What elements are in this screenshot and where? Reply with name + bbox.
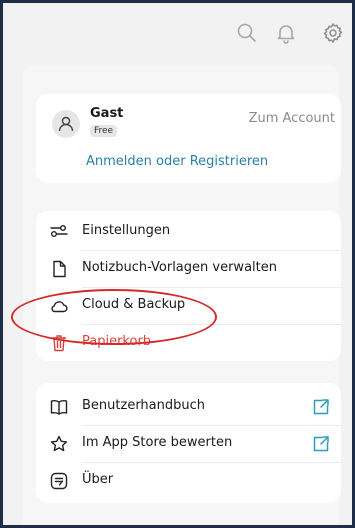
user-icon — [58, 116, 74, 132]
info-note-icon — [49, 471, 69, 491]
avatar — [52, 110, 80, 138]
menu-item-label: Über — [82, 472, 114, 487]
help-menu-card: Benutzerhandbuch Im App Store bewerten Ü… — [36, 383, 341, 503]
menu-item-user-manual[interactable]: Benutzerhandbuch — [36, 388, 341, 425]
top-toolbar — [3, 3, 352, 65]
menu-panel: Gast Free Zum Account Anmelden oder Regi… — [23, 65, 341, 525]
menu-item-label: Cloud & Backup — [82, 297, 186, 312]
menu-item-label: Notizbuch-Vorlagen verwalten — [82, 260, 277, 275]
book-icon — [49, 397, 69, 417]
login-register-link[interactable]: Anmelden oder Registrieren — [86, 154, 268, 169]
document-icon — [49, 259, 69, 279]
menu-item-label: Benutzerhandbuch — [82, 398, 206, 413]
menu-item-about[interactable]: Über — [36, 462, 341, 499]
menu-item-label: Papierkorb — [82, 334, 152, 349]
cloud-icon — [49, 296, 69, 316]
trash-icon — [49, 333, 69, 353]
menu-item-templates[interactable]: Notizbuch-Vorlagen verwalten — [36, 250, 341, 287]
external-link-icon — [311, 434, 331, 454]
external-link-icon — [311, 397, 331, 417]
menu-item-label: Im App Store bewerten — [82, 435, 233, 450]
menu-item-cloud-backup[interactable]: Cloud & Backup — [36, 287, 341, 324]
search-icon[interactable] — [235, 21, 259, 45]
bell-icon[interactable] — [274, 21, 298, 45]
menu-item-rate-app[interactable]: Im App Store bewerten — [36, 425, 341, 462]
account-card: Gast Free Zum Account Anmelden oder Regi… — [36, 94, 341, 183]
settings-sliders-icon — [49, 222, 69, 242]
menu-item-trash[interactable]: Papierkorb — [36, 324, 341, 361]
account-link[interactable]: Zum Account — [249, 111, 335, 126]
menu-item-settings[interactable]: Einstellungen — [36, 213, 341, 250]
star-icon — [49, 434, 69, 454]
plan-badge: Free — [90, 125, 118, 137]
user-name: Gast — [90, 106, 124, 121]
gear-icon[interactable] — [321, 21, 345, 45]
menu-item-label: Einstellungen — [82, 223, 171, 238]
app-window: Gast Free Zum Account Anmelden oder Regi… — [0, 0, 355, 528]
main-menu-card: Einstellungen Notizbuch-Vorlagen verwalt… — [36, 211, 341, 361]
